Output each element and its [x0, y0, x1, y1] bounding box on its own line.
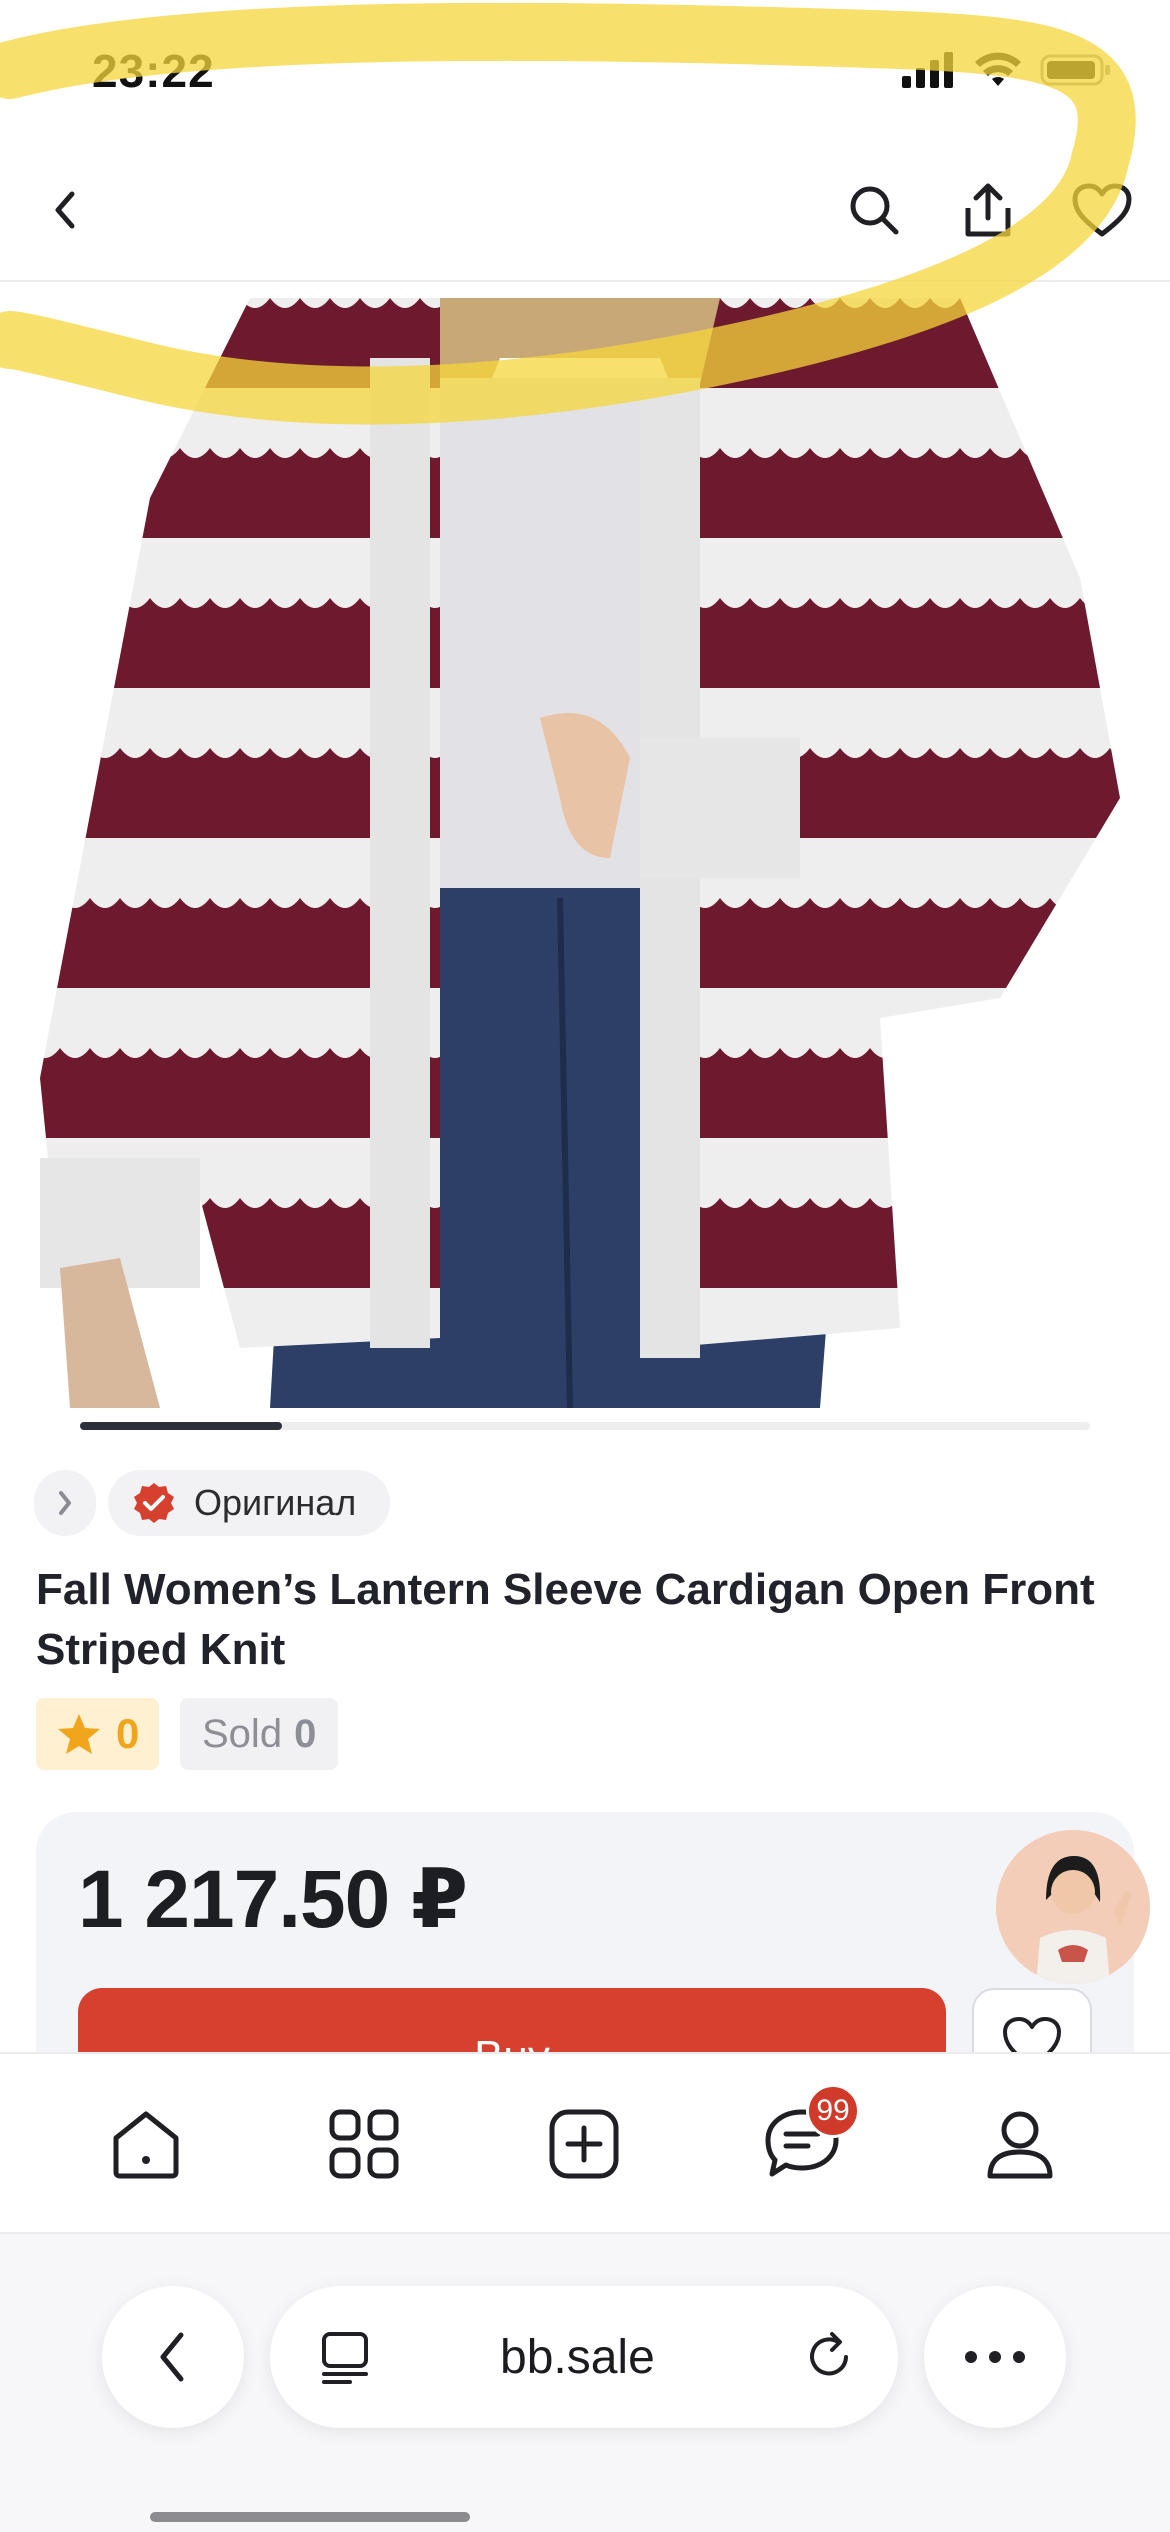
original-label: Оригинал — [194, 1482, 357, 1523]
more-icon — [965, 2351, 1025, 2363]
status-bar: 23:22 — [0, 0, 1170, 140]
tab-add[interactable] — [534, 2094, 634, 2194]
chevron-right-icon — [59, 1491, 71, 1515]
favorite-button[interactable] — [1066, 174, 1138, 246]
browser-more-button[interactable] — [924, 2286, 1066, 2428]
search-button[interactable] — [838, 174, 910, 246]
reader-mode-icon — [322, 2332, 368, 2384]
reload-icon[interactable] — [802, 2330, 856, 2384]
browser-toolbar: bb.sale — [0, 2234, 1170, 2532]
heart-icon — [1072, 183, 1132, 237]
tab-catalog[interactable] — [314, 2094, 414, 2194]
assistant-avatar[interactable] — [996, 1830, 1150, 1984]
sold-count: 0 — [294, 1711, 317, 1756]
status-icons — [902, 52, 1112, 88]
search-icon — [850, 186, 899, 235]
add-icon — [549, 2109, 619, 2179]
rating-value: 0 — [116, 1710, 140, 1757]
profile-icon — [987, 2111, 1053, 2179]
url-text: bb.sale — [500, 2331, 655, 2384]
address-bar[interactable]: bb.sale — [270, 2286, 898, 2428]
wifi-icon — [975, 52, 1021, 86]
home-icon — [113, 2111, 179, 2179]
product-price: 1 217.50 ₽ — [78, 1854, 468, 1945]
original-badge[interactable]: Оригинал — [108, 1470, 391, 1536]
share-icon — [965, 183, 1011, 237]
star-icon — [58, 1714, 100, 1754]
product-header — [0, 140, 1170, 282]
tab-home[interactable] — [96, 2094, 196, 2194]
battery-icon — [1040, 54, 1110, 86]
carousel-active-segment — [80, 1422, 282, 1430]
catalog-icon — [329, 2109, 399, 2179]
back-button[interactable] — [30, 174, 102, 246]
browser-back-button[interactable] — [102, 2286, 244, 2428]
image-carousel-indicator — [80, 1422, 1090, 1430]
brand-chevron-button[interactable] — [34, 1470, 96, 1536]
status-time: 23:22 — [92, 45, 215, 97]
verified-badge-icon — [134, 1483, 174, 1523]
chevron-left-icon — [160, 2332, 184, 2382]
home-indicator — [150, 2512, 470, 2522]
rating-badge[interactable]: 0 — [36, 1698, 160, 1770]
sold-badge: Sold 0 — [180, 1698, 339, 1770]
bottom-tab-bar — [0, 2052, 1170, 2234]
assistant-avatar-icon — [996, 1830, 1150, 1984]
sold-label: Sold — [202, 1711, 283, 1756]
cardigan-illustration — [40, 298, 1120, 1408]
chevron-left-icon — [55, 191, 75, 229]
product-title: Fall Women’s Lantern Sleeve Cardigan Ope… — [36, 1565, 1095, 1674]
product-image[interactable] — [0, 298, 1170, 1408]
cellular-signal-icon — [902, 52, 953, 88]
share-button[interactable] — [952, 174, 1024, 246]
tab-profile[interactable] — [970, 2094, 1070, 2194]
chat-unread-badge: 99 — [806, 2084, 860, 2138]
